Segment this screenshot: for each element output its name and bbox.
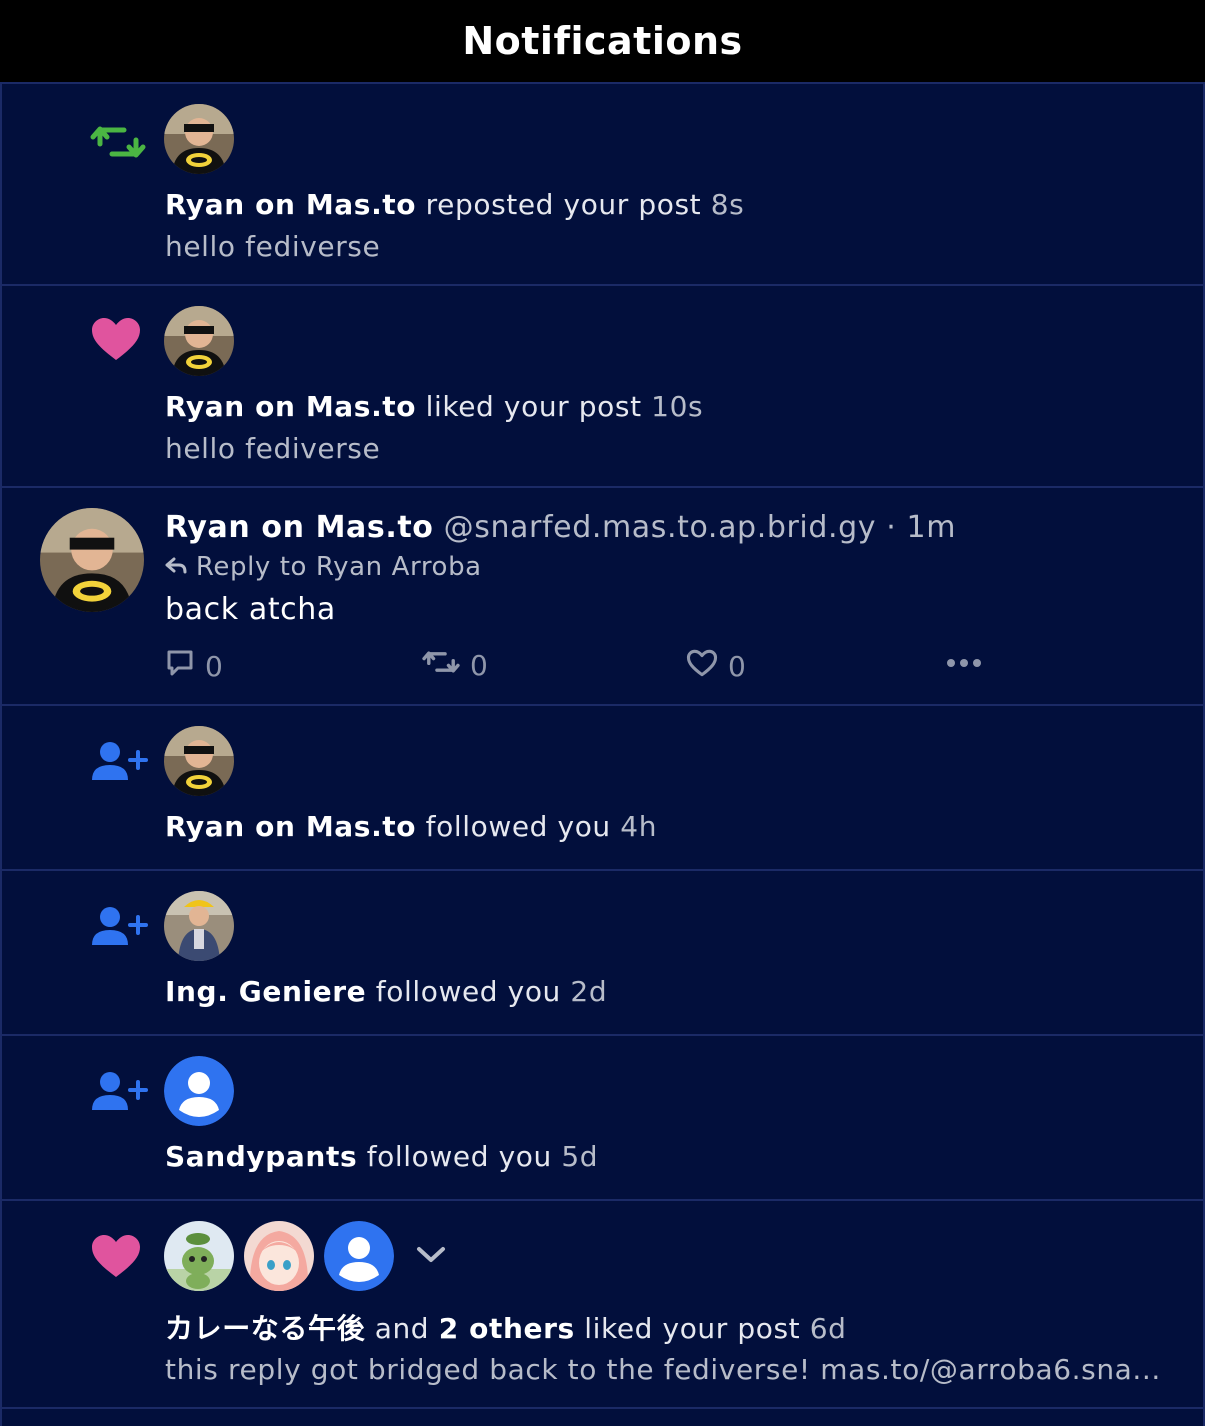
actor-name[interactable]: カレーなる午後 — [165, 1312, 365, 1345]
actor-name[interactable]: Ryan on Mas.to — [165, 188, 416, 221]
timestamp[interactable]: 2d — [570, 975, 607, 1008]
post-content[interactable]: back atcha — [165, 592, 336, 627]
timestamp[interactable]: 1m — [907, 510, 957, 545]
user-plus-icon — [90, 740, 148, 788]
timestamp[interactable]: 6d — [810, 1312, 847, 1345]
timestamp[interactable]: 8s — [711, 188, 745, 221]
avatar[interactable] — [164, 1221, 234, 1291]
timestamp[interactable]: 5d — [561, 1140, 598, 1173]
post-snippet[interactable]: hello fediverse — [165, 230, 380, 263]
post-header: Ryan on Mas.to @snarfed.mas.to.ap.brid.g… — [165, 510, 957, 545]
default-avatar[interactable] — [324, 1221, 394, 1291]
reply-count: 0 — [205, 650, 223, 683]
avatar[interactable] — [164, 726, 234, 796]
avatar[interactable] — [164, 306, 234, 376]
reply-icon — [165, 552, 187, 582]
post-snippet[interactable]: hello fediverse — [165, 432, 380, 465]
others-link[interactable]: 2 others — [439, 1312, 575, 1345]
heart-icon — [90, 316, 142, 366]
notification-text: Ryan on Mas.to reposted your post 8s — [165, 188, 745, 221]
actor-name[interactable]: Ing. Geniere — [165, 975, 366, 1008]
actor-name[interactable]: Sandypants — [165, 1140, 357, 1173]
repost-icon — [90, 122, 146, 166]
notification-item[interactable]: Ryan on Mas.to reposted your post 8s hel… — [2, 84, 1203, 286]
avatar[interactable] — [40, 508, 144, 612]
notification-text: Sandypants followed you 5d — [165, 1140, 599, 1173]
post-snippet[interactable]: this reply got bridged back to the fediv… — [165, 1353, 1161, 1386]
repost-count: 0 — [470, 649, 488, 682]
notification-text: カレーなる午後 and 2 others liked your post 6d — [165, 1312, 847, 1345]
default-avatar[interactable] — [164, 1056, 234, 1126]
user-plus-icon — [90, 905, 148, 953]
heart-outline-icon — [686, 648, 728, 685]
chevron-down-icon[interactable] — [414, 1243, 448, 1269]
timestamp[interactable]: 10s — [651, 390, 703, 423]
notification-feed[interactable]: Ryan on Mas.to reposted your post 8s hel… — [0, 84, 1205, 1426]
avatar[interactable] — [164, 891, 234, 961]
actor-name[interactable]: Ryan on Mas.to — [165, 810, 416, 843]
like-button[interactable]: 0 — [686, 648, 746, 685]
notification-item[interactable]: Ing. Geniere followed you 2d — [2, 871, 1203, 1036]
user-plus-icon — [90, 1070, 148, 1118]
repost-icon — [422, 648, 470, 683]
post-item[interactable]: Ryan on Mas.to @snarfed.mas.to.ap.brid.g… — [2, 488, 1203, 706]
notification-item[interactable]: カレーなる午後 and 2 others liked your post 6d … — [2, 1201, 1203, 1409]
author-name[interactable]: Ryan on Mas.to — [165, 510, 433, 545]
notification-item[interactable]: Ryan on Mas.to liked your post 10s hello… — [2, 286, 1203, 488]
author-handle[interactable]: @snarfed.mas.to.ap.brid.gy — [444, 510, 877, 545]
notification-item[interactable]: Ryan on Mas.to followed you 4h — [2, 706, 1203, 871]
avatar[interactable] — [244, 1221, 314, 1291]
notification-text: Ing. Geniere followed you 2d — [165, 975, 608, 1008]
notification-text: Ryan on Mas.to liked your post 10s — [165, 390, 704, 423]
more-dots-icon — [946, 648, 992, 685]
reply-button[interactable]: 0 — [165, 648, 223, 685]
avatar[interactable] — [164, 104, 234, 174]
page-title: Notifications — [462, 19, 743, 63]
more-button[interactable] — [946, 648, 992, 685]
timestamp[interactable]: 4h — [620, 810, 657, 843]
comment-icon — [165, 648, 205, 685]
header: Notifications — [0, 0, 1205, 84]
heart-icon — [90, 1233, 142, 1283]
notification-item[interactable]: Sandypants followed you 5d — [2, 1036, 1203, 1201]
repost-button[interactable]: 0 — [422, 648, 488, 683]
reply-context[interactable]: Reply to Ryan Arroba — [165, 552, 482, 582]
like-count: 0 — [728, 650, 746, 683]
actor-name[interactable]: Ryan on Mas.to — [165, 390, 416, 423]
notification-text: Ryan on Mas.to followed you 4h — [165, 810, 658, 843]
